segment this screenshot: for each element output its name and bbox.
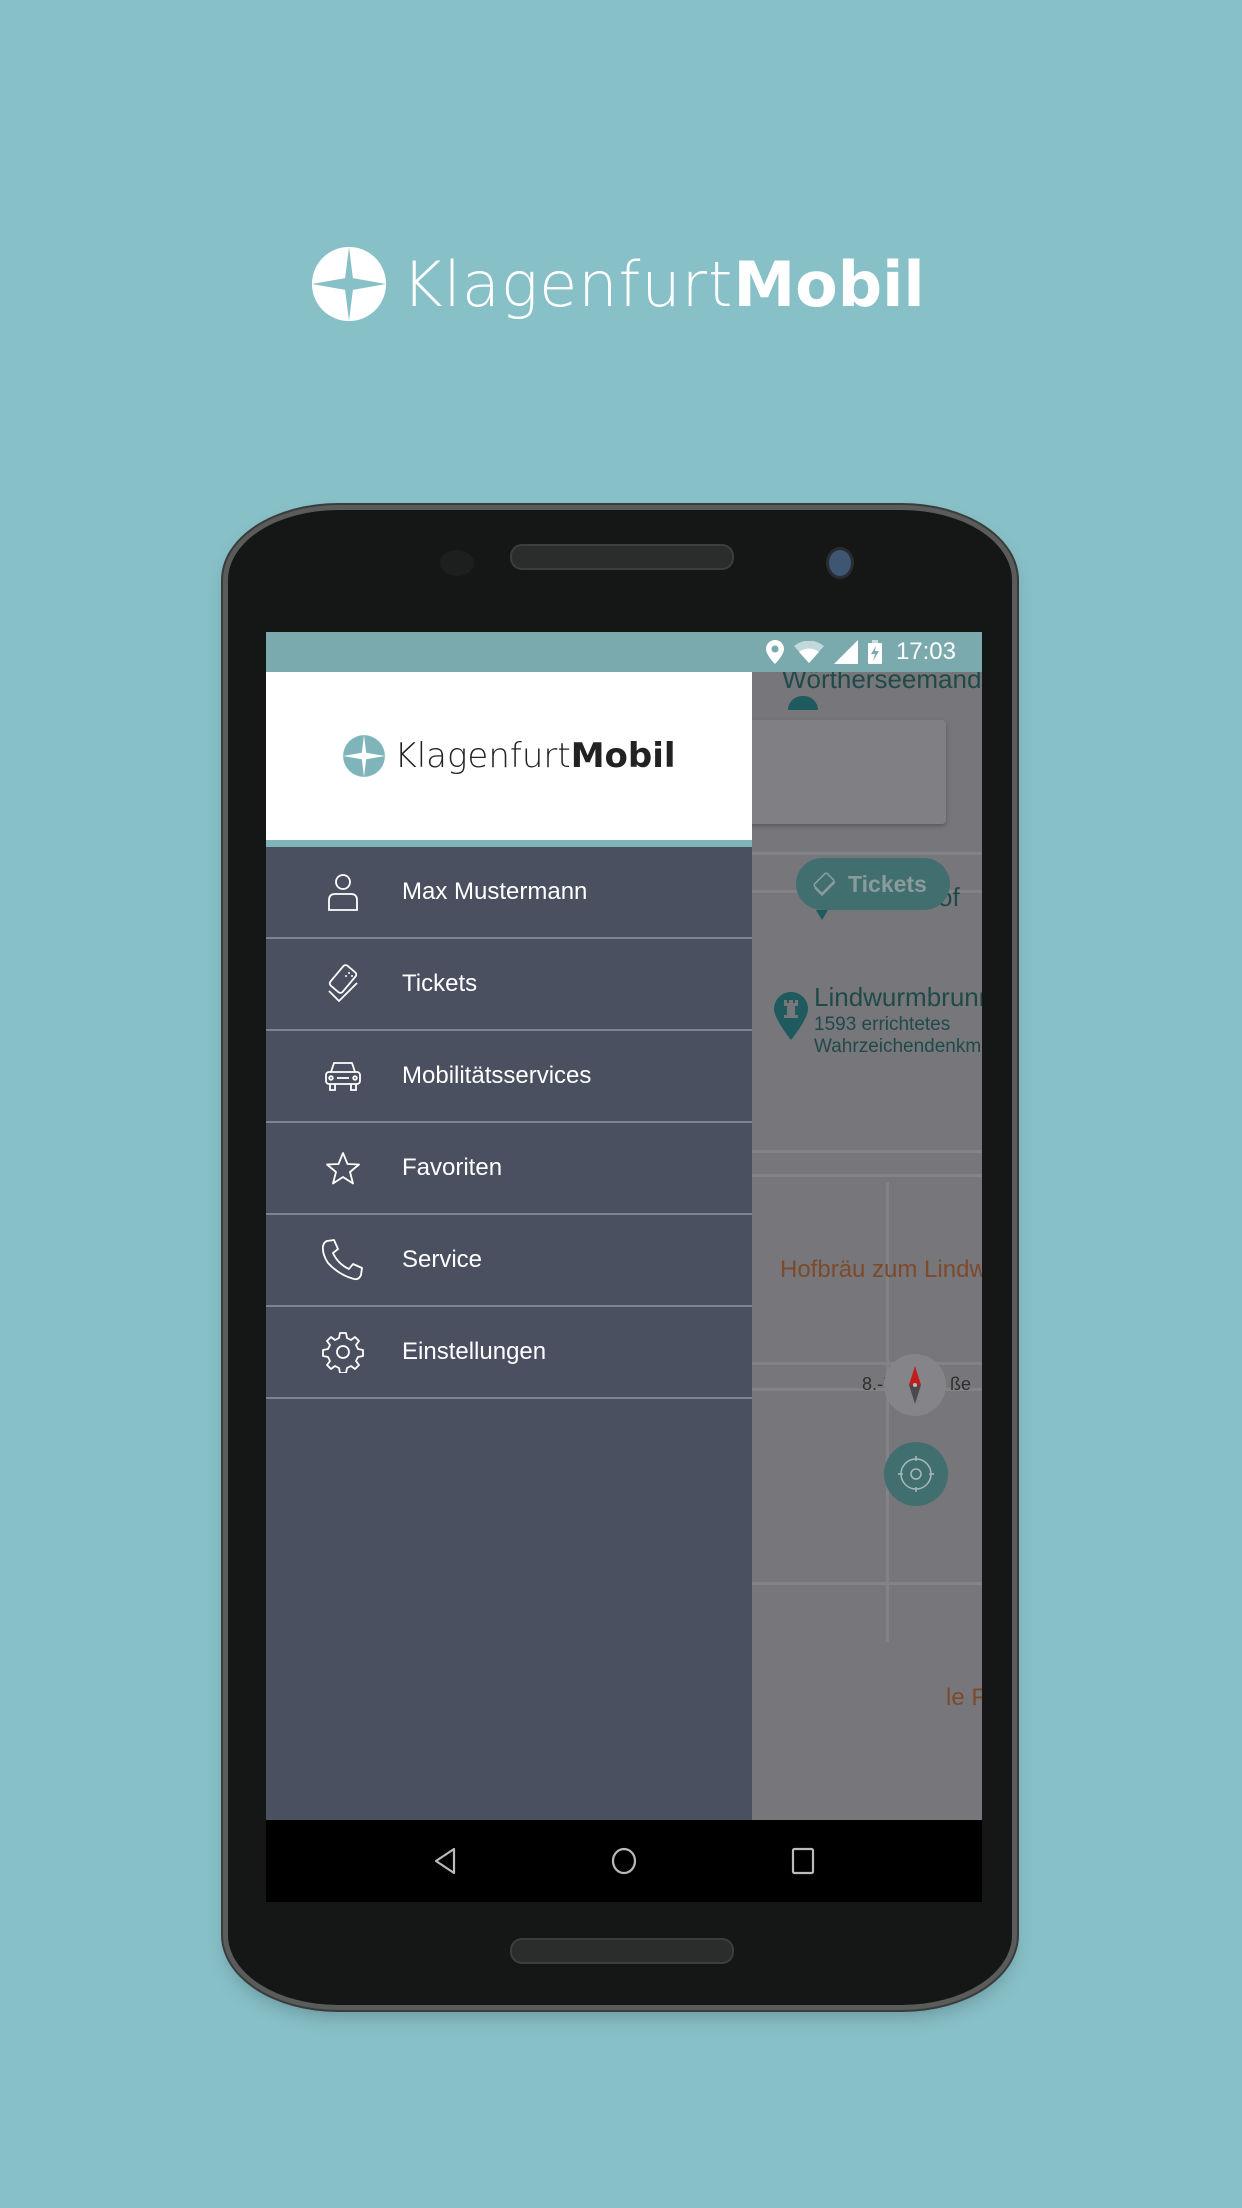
target-location-icon	[898, 1456, 934, 1492]
gear-icon	[322, 1332, 364, 1373]
drawer-logo: Klagenfurt Mobil	[342, 734, 676, 778]
menu-item-label: Max Mustermann	[402, 878, 588, 905]
map-road	[752, 852, 982, 855]
signal-icon	[833, 640, 858, 664]
volume-button	[1012, 1040, 1019, 1100]
poi-subtitle-line2: Wahrzeichendenkma	[814, 1036, 982, 1057]
back-button[interactable]	[425, 1841, 465, 1881]
home-button[interactable]	[604, 1841, 644, 1881]
compass-star-logo-icon	[343, 735, 386, 777]
status-bar: 17:03	[266, 632, 982, 672]
menu-item-label: Mobilitätsservices	[402, 1062, 592, 1089]
phone-icon	[321, 1239, 363, 1281]
wifi-icon	[793, 641, 824, 663]
poi-tower-marker-icon[interactable]	[774, 992, 808, 1040]
proximity-sensor	[440, 550, 474, 576]
system-navigation-bar	[266, 1820, 982, 1902]
map-road	[752, 1150, 982, 1153]
brand-name-bold: Mobil	[733, 247, 925, 321]
back-icon	[435, 1847, 456, 1875]
navigation-drawer: Klagenfurt Mobil Max Mustermann Tickets …	[266, 672, 752, 1820]
map-marker-pointer	[816, 910, 828, 920]
battery-charging-icon	[867, 640, 882, 664]
home-icon	[611, 1847, 637, 1875]
menu-item-label: Tickets	[402, 970, 478, 997]
phone-screen: 17:03 Wörtherseemandl of Tickets Lindwur…	[266, 632, 982, 1902]
compass-button[interactable]	[884, 1354, 946, 1416]
map-road	[752, 1582, 982, 1585]
compass-icon	[909, 1366, 921, 1404]
map-tickets-button[interactable]: Tickets	[796, 858, 950, 910]
map-road	[752, 1174, 982, 1177]
drawer-header: Klagenfurt Mobil	[266, 672, 752, 847]
street-label-right: ße	[950, 1374, 972, 1394]
menu-item-tickets[interactable]: Tickets	[266, 939, 752, 1031]
my-location-button[interactable]	[884, 1442, 948, 1506]
menu-item-favorites[interactable]: Favoriten	[266, 1123, 752, 1215]
star-icon	[326, 1152, 360, 1185]
compass-star-logo-icon	[311, 246, 387, 322]
drawer-logo-light: Klagenfurt	[394, 736, 571, 776]
ticket-icon	[328, 964, 358, 1003]
menu-item-service[interactable]: Service	[266, 1215, 752, 1307]
map-tickets-label: Tickets	[848, 870, 927, 897]
menu-item-label: Service	[402, 1246, 483, 1273]
poi-subtitle-line1: 1593 errichtetes	[814, 1014, 951, 1035]
brand-name-light: Klagenfurt	[402, 247, 734, 321]
map-label-partial: le F	[946, 1684, 982, 1711]
front-camera	[826, 547, 854, 579]
menu-item-label: Favoriten	[402, 1154, 503, 1181]
promo-logo: Klagenfurt Mobil	[310, 244, 925, 324]
menu-item-label: Einstellungen	[402, 1338, 547, 1365]
earpiece-speaker	[510, 544, 734, 570]
map-marker-partial	[788, 696, 818, 710]
clock: 17:03	[895, 638, 956, 665]
ticket-icon	[813, 872, 836, 897]
menu-item-settings[interactable]: Einstellungen	[266, 1307, 752, 1399]
map-label-restaurant[interactable]: Hofbräu zum Lindw	[780, 1256, 982, 1284]
map-road	[752, 1362, 982, 1365]
location-icon	[765, 640, 784, 664]
recents-icon	[791, 1847, 814, 1875]
menu-item-mobility-services[interactable]: Mobilitätsservices	[266, 1031, 752, 1123]
drawer-logo-bold: Mobil	[570, 736, 676, 776]
user-icon	[328, 874, 358, 911]
menu-item-profile[interactable]: Max Mustermann	[266, 847, 752, 939]
power-button	[1012, 1135, 1019, 1305]
car-icon	[325, 1062, 361, 1091]
bottom-speaker	[510, 1938, 734, 1964]
recents-button[interactable]	[783, 1841, 823, 1881]
poi-title[interactable]: Lindwurmbrunn	[814, 982, 982, 1013]
